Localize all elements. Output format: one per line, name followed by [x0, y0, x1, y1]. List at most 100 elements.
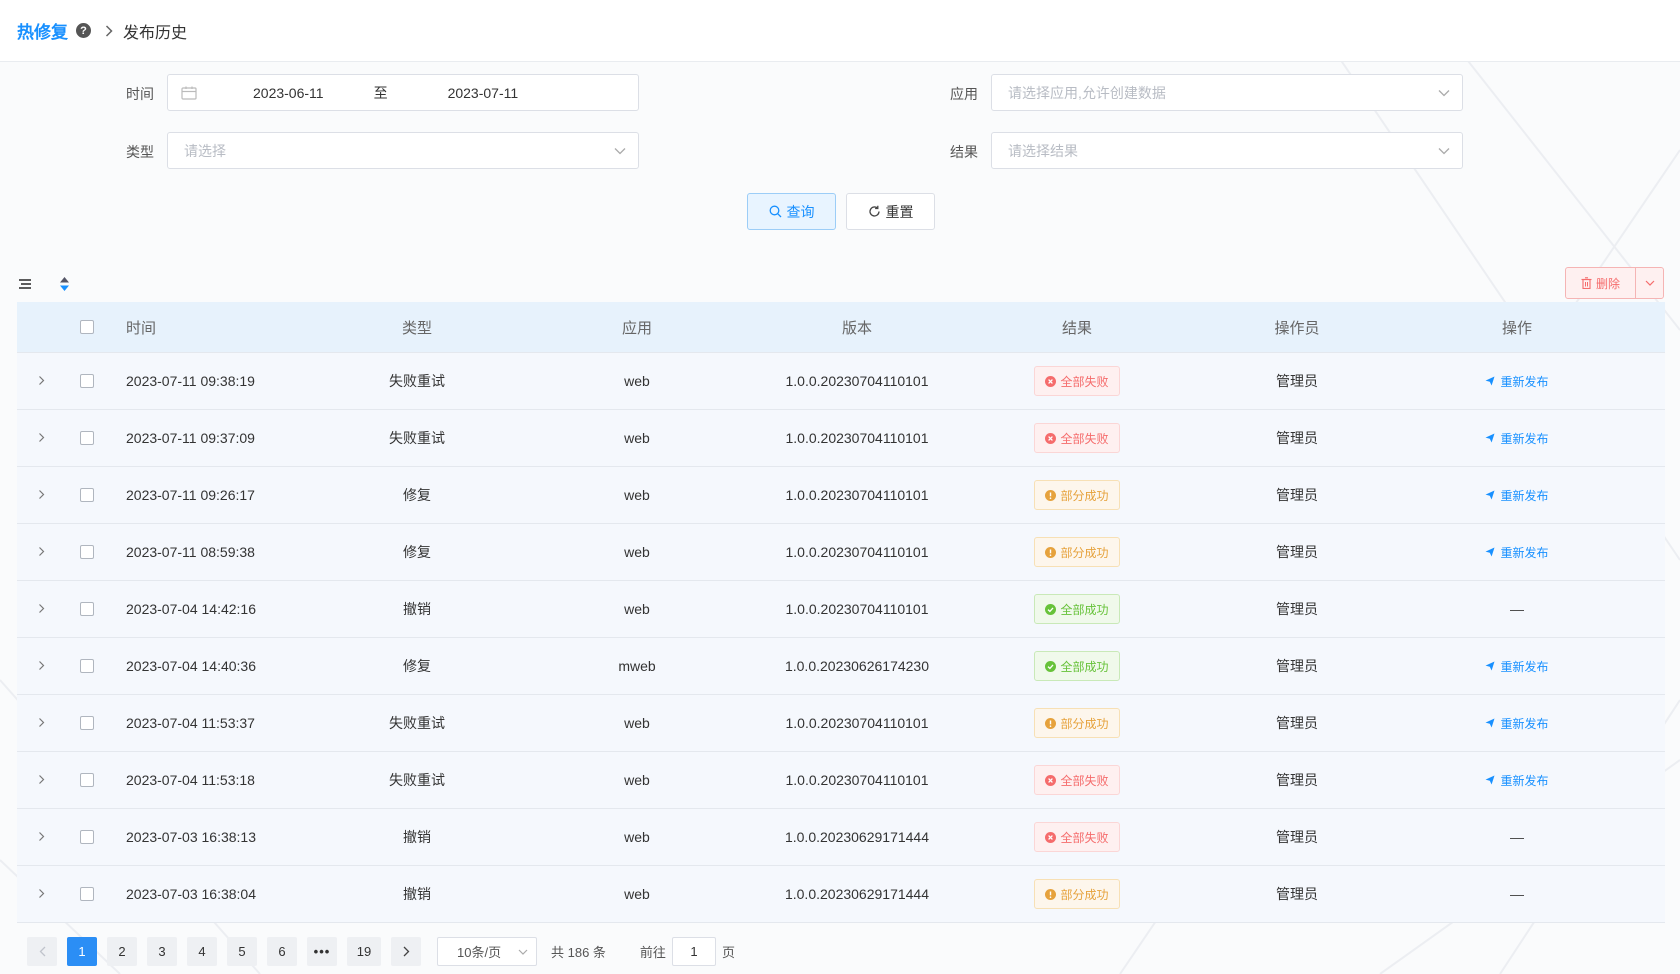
expand-row-icon[interactable]: [38, 829, 45, 845]
prev-page-button[interactable]: [27, 937, 57, 966]
page-5[interactable]: 5: [227, 937, 257, 966]
cell-action: —: [1407, 886, 1627, 902]
result-select[interactable]: 请选择结果: [991, 132, 1463, 169]
row-checkbox[interactable]: [80, 830, 94, 844]
goto-prefix: 前往: [639, 945, 666, 960]
expand-row-icon[interactable]: [38, 601, 45, 617]
row-select-cell: [65, 545, 109, 559]
cell-app: web: [624, 373, 650, 389]
reset-button[interactable]: 重置: [846, 193, 935, 230]
page-4[interactable]: 4: [187, 937, 217, 966]
status-badge-label: 部分成功: [1060, 716, 1109, 731]
republish-link[interactable]: 重新发布: [1485, 487, 1549, 504]
select-all-checkbox[interactable]: [80, 320, 94, 334]
delete-dropdown-toggle[interactable]: [1636, 268, 1663, 298]
republish-link[interactable]: 重新发布: [1485, 715, 1549, 732]
republish-link[interactable]: 重新发布: [1485, 658, 1549, 675]
row-checkbox[interactable]: [80, 374, 94, 388]
app-select-placeholder: 请选择应用,允许创建数据: [1008, 84, 1166, 101]
page-2[interactable]: 2: [107, 937, 137, 966]
total-count: 共 186 条: [551, 945, 606, 960]
app-label: 应用: [950, 86, 978, 102]
row-checkbox[interactable]: [80, 887, 94, 901]
cell-time: 2023-07-03 16:38:13: [126, 829, 256, 845]
more-pages-button[interactable]: •••: [307, 937, 337, 966]
filter-form: 时间 2023-06-11 至 2023-07-11 应用 请选择应用,允许创建…: [0, 62, 1680, 262]
cell-operator: 管理员: [1276, 373, 1318, 389]
page-size-select[interactable]: 10条/页: [437, 937, 537, 966]
cell-time: 2023-07-04 11:53:18: [126, 772, 255, 788]
check-circle-icon: [1045, 603, 1057, 615]
row-checkbox[interactable]: [80, 545, 94, 559]
end-date[interactable]: 2023-07-11: [448, 85, 519, 101]
start-date[interactable]: 2023-06-11: [253, 85, 324, 101]
type-select[interactable]: 请选择: [167, 132, 639, 169]
table-row: 2023-07-11 08:59:38 修复 web 1.0.0.2023070411…: [17, 524, 1665, 581]
query-button[interactable]: 查询: [747, 193, 836, 230]
expand-row-icon[interactable]: [38, 487, 45, 503]
table-body: 2023-07-11 09:38:19 失败重试 web 1.0.0.20230704…: [17, 353, 1665, 923]
breadcrumb-root[interactable]: 热修复: [17, 18, 68, 43]
status-badge: 全部成功: [1034, 594, 1120, 624]
row-select-cell: [65, 602, 109, 616]
cell-type: 失败重试: [389, 430, 445, 446]
row-select-cell: [65, 659, 109, 673]
row-select-cell: [65, 887, 109, 901]
republish-link[interactable]: 重新发布: [1485, 772, 1549, 789]
status-badge: 部分成功: [1034, 879, 1120, 909]
page-6[interactable]: 6: [267, 937, 297, 966]
list-icon[interactable]: [18, 278, 32, 290]
row-checkbox[interactable]: [80, 602, 94, 616]
page-1[interactable]: 1: [67, 937, 97, 966]
send-icon: [1485, 661, 1495, 671]
close-circle-icon: [1045, 831, 1057, 843]
app-select[interactable]: 请选择应用,允许创建数据: [991, 74, 1463, 111]
goto-page-input[interactable]: 1: [671, 937, 716, 966]
delete-button[interactable]: 删除: [1566, 268, 1636, 298]
cell-type: 修复: [403, 544, 431, 560]
republish-label: 重新发布: [1500, 431, 1549, 446]
date-range-picker[interactable]: 2023-06-11 至 2023-07-11: [167, 74, 639, 111]
republish-link[interactable]: 重新发布: [1485, 430, 1549, 447]
table-row: 2023-07-04 11:53:37 失败重试 web 1.0.0.20230704…: [17, 695, 1665, 752]
cell-action: 重新发布: [1407, 715, 1627, 732]
cell-type: 失败重试: [389, 772, 445, 788]
expand-row-icon[interactable]: [38, 772, 45, 788]
sort-icon[interactable]: [59, 276, 70, 292]
expand-row-icon[interactable]: [38, 544, 45, 560]
query-button-label: 查询: [786, 203, 815, 220]
expand-row-icon[interactable]: [38, 430, 45, 446]
cell-time: 2023-07-04 11:53:37: [126, 715, 255, 731]
cell-operator: 管理员: [1276, 886, 1318, 902]
cell-version: 1.0.0.20230629171444: [784, 886, 930, 902]
expand-row-icon[interactable]: [38, 373, 45, 389]
republish-link[interactable]: 重新发布: [1485, 373, 1549, 390]
cell-result: 全部成功: [967, 594, 1187, 624]
cell-app: web: [624, 544, 650, 560]
status-badge: 部分成功: [1034, 537, 1120, 567]
expand-row-icon[interactable]: [38, 715, 45, 731]
status-badge-label: 全部成功: [1060, 602, 1109, 617]
republish-label: 重新发布: [1500, 488, 1549, 503]
cell-type: 失败重试: [389, 373, 445, 389]
expand-row-icon[interactable]: [38, 658, 45, 674]
row-checkbox[interactable]: [80, 431, 94, 445]
republish-link[interactable]: 重新发布: [1485, 544, 1549, 561]
row-checkbox[interactable]: [80, 773, 94, 787]
question-circle-icon[interactable]: ?: [76, 23, 91, 38]
table-row: 2023-07-11 09:38:19 失败重试 web 1.0.0.20230704…: [17, 353, 1665, 410]
row-checkbox[interactable]: [80, 659, 94, 673]
row-checkbox[interactable]: [80, 716, 94, 730]
status-badge: 全部失败: [1034, 765, 1120, 795]
page-3[interactable]: 3: [147, 937, 177, 966]
send-icon: [1485, 547, 1495, 557]
next-page-button[interactable]: [391, 937, 421, 966]
row-checkbox[interactable]: [80, 488, 94, 502]
cell-result: 全部失败: [967, 423, 1187, 453]
page-last[interactable]: 19: [347, 937, 381, 966]
cell-type: 失败重试: [389, 715, 445, 731]
send-icon: [1485, 718, 1495, 728]
header-breadcrumb-bar: 热修复 ? 发布历史: [0, 0, 1680, 62]
expand-row-icon[interactable]: [38, 886, 45, 902]
cell-version: 1.0.0.20230704110101: [785, 772, 929, 788]
